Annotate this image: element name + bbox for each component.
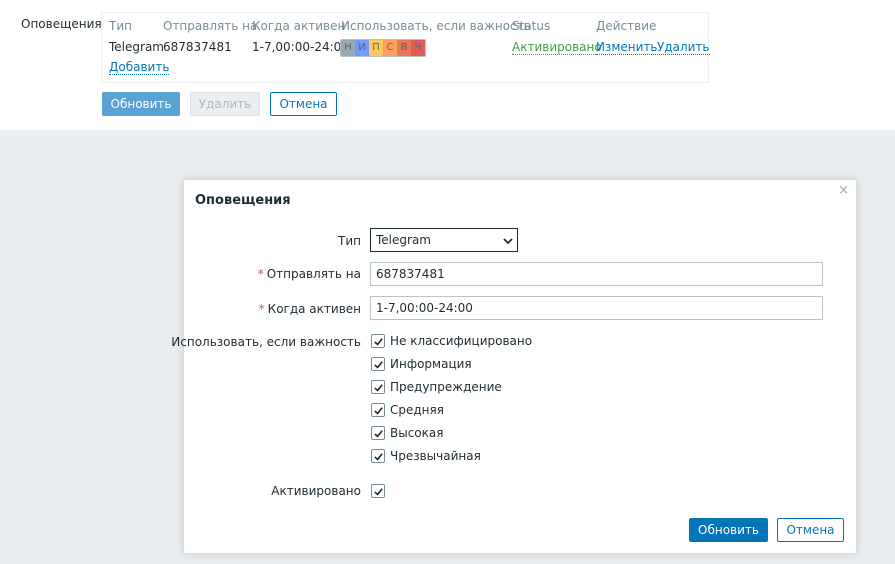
when-active-field[interactable]: 1-7,00:00-24:00 [370,296,823,320]
severity-option-label: Не классифицировано [390,334,533,348]
remove-media-link[interactable]: Удалить [657,40,710,55]
severity-badge: П [369,40,383,56]
row-when-active: 1-7,00:00-24:00 [252,40,349,54]
enabled-checkbox[interactable] [371,484,385,498]
chevron-down-icon [503,238,513,245]
type-label: Тип [338,234,361,248]
severity-option: Предупреждение [371,379,502,395]
dialog-cancel-button[interactable]: Отмена [777,518,844,542]
severity-option-label: Высокая [390,426,444,440]
col-header-action: Действие [596,19,657,33]
checkmark-icon [373,487,383,496]
row-send-to: 687837481 [163,40,232,54]
cancel-button[interactable]: Отмена [270,92,337,116]
col-header-when-active: Когда активен [252,19,346,33]
severity-label: Использовать, если важность [171,335,361,349]
severity-badge: И [355,40,369,56]
severity-option: Средняя [371,402,444,418]
severity-checkbox[interactable] [371,334,385,348]
col-header-send-to: Отправлять на [163,19,258,33]
col-header-status: Status [512,19,551,33]
update-button[interactable]: Обновить [102,92,180,116]
severity-option-label: Средняя [390,403,444,417]
edit-media-link[interactable]: Изменить [596,40,658,55]
severity-option: Информация [371,356,472,372]
severity-badge: Ч [411,40,425,56]
type-select-value: Telegram [376,233,431,247]
dialog-title: Оповещения [195,193,291,208]
delete-button: Удалить [190,92,260,116]
checkmark-icon [373,360,383,369]
checkmark-icon [373,383,383,392]
severity-checkbox[interactable] [371,449,385,463]
row-type: Telegram [109,40,164,54]
severity-checkbox[interactable] [371,357,385,371]
enabled-label: Активировано [271,484,361,498]
close-icon[interactable]: × [838,183,849,198]
severity-checkbox[interactable] [371,380,385,394]
status-toggle-link[interactable]: Активировано [512,40,602,55]
checkmark-icon [373,406,383,415]
enabled-checkbox-row [371,483,390,499]
send-to-label: * Отправлять на [257,267,361,281]
type-select[interactable]: Telegram [370,228,518,252]
severity-strip: НИПСВЧ [340,39,426,57]
severity-badge: Н [341,40,355,56]
add-media-link[interactable]: Добавить [109,60,170,75]
media-dialog: Оповещения × Тип Telegram * Отправлять на… [171,179,857,554]
checkmark-icon [373,452,383,461]
checkmark-icon [373,429,383,438]
severity-option: Высокая [371,425,443,441]
severity-option: Не классифицировано [371,333,532,349]
section-label: Оповещения [21,17,102,31]
checkmark-icon [373,337,383,346]
media-table: Тип Отправлять на Когда активен Использо… [101,12,710,83]
media-section: Оповещения Тип Отправлять на Когда актив… [0,0,895,130]
severity-option: Чрезвычайная [371,448,481,464]
send-to-field[interactable]: 687837481 [370,262,823,286]
severity-option-label: Предупреждение [390,380,502,394]
when-active-label: * Когда активен [258,302,361,316]
severity-checkbox[interactable] [371,403,385,417]
severity-option-label: Чрезвычайная [390,449,481,463]
severity-checkbox[interactable] [371,426,385,440]
severity-badge: В [397,40,411,56]
severity-option-label: Информация [390,357,472,371]
dialog-update-button[interactable]: Обновить [689,518,768,542]
col-header-type: Тип [109,19,132,33]
severity-badge: С [383,40,397,56]
col-header-severity: Использовать, если важность [341,19,531,33]
